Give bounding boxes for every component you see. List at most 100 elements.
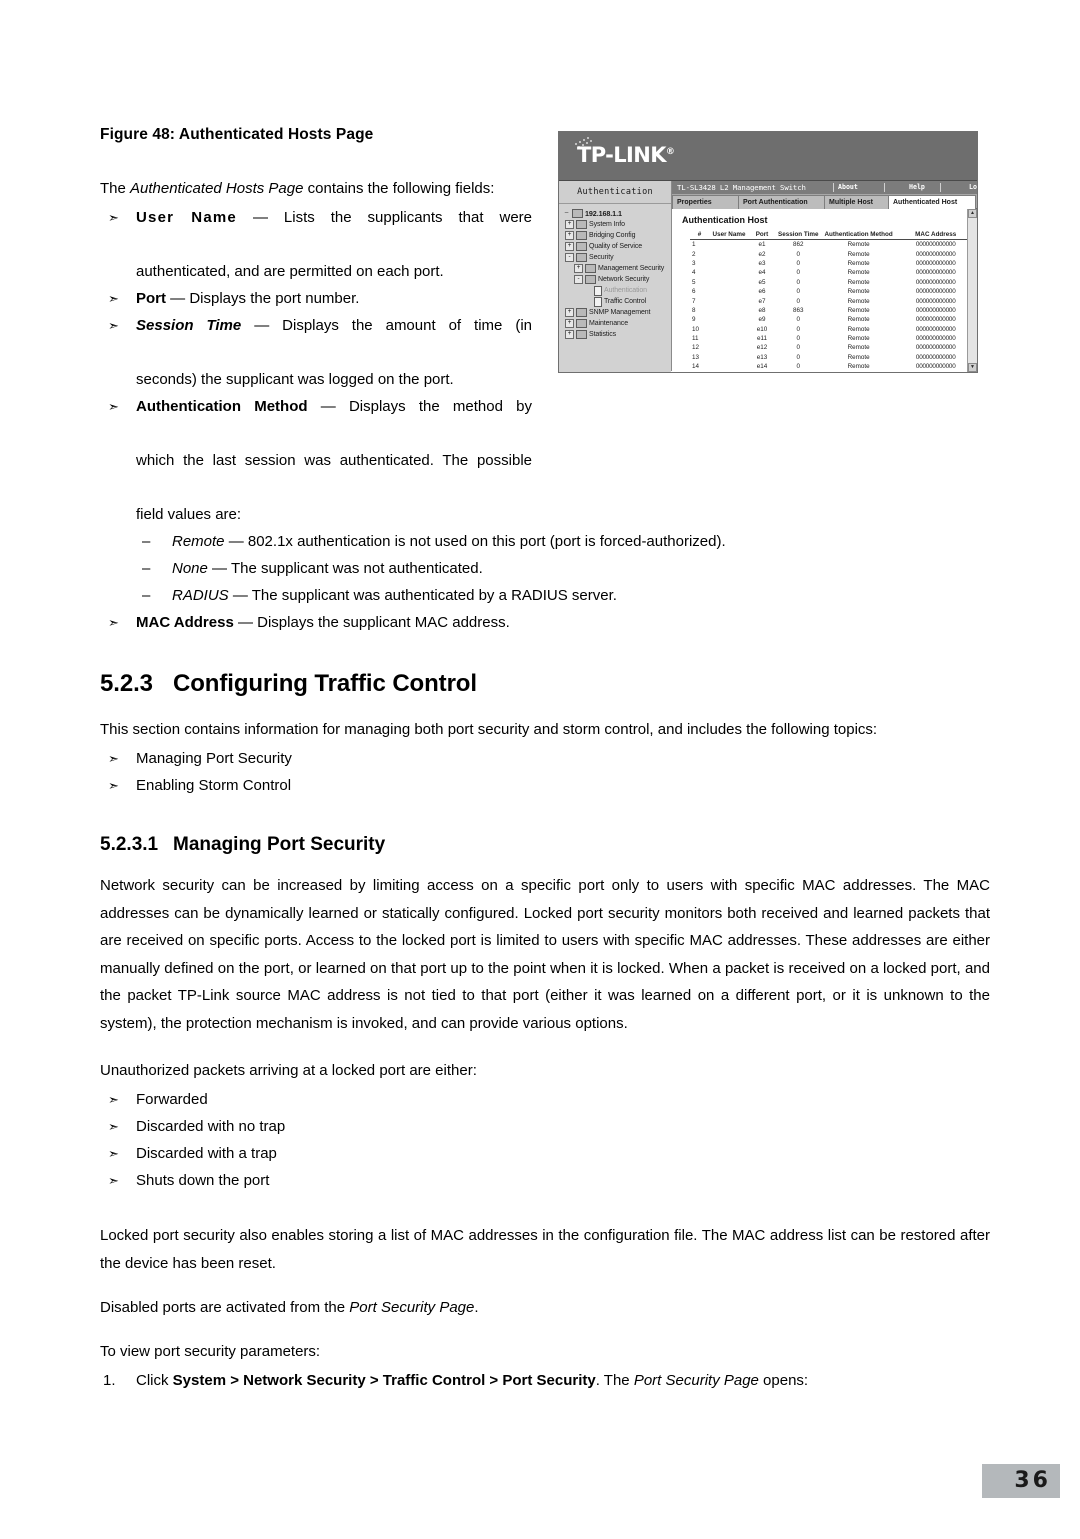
section-intro: This section contains information for ma…: [100, 720, 878, 738]
arrow-bullet-icon: ➣: [108, 1173, 119, 1189]
subsection-paragraph-5: To view port security parameters:: [100, 1343, 321, 1361]
bullet-text-line1: Displays the amount of time (in: [282, 316, 533, 334]
option-label: Discarded with a trap: [136, 1145, 277, 1163]
bullet-dash: —: [320, 397, 336, 415]
section-number: 5.2.3: [100, 669, 153, 697]
arrow-bullet-icon: ➣: [108, 614, 119, 630]
option-discarded-no-trap: ➣ Discarded with no trap: [100, 1113, 990, 1140]
method-value-term: Remote: [172, 532, 225, 550]
para4-post: .: [474, 1299, 479, 1317]
option-discarded-with-trap: ➣ Discarded with a trap: [100, 1140, 990, 1167]
section-title: Configuring Traffic Control: [173, 669, 477, 697]
arrow-bullet-icon: ➣: [108, 317, 119, 333]
method-value-term: None: [172, 559, 208, 577]
method-value-text: 802.1x authentication is not used on thi…: [247, 532, 726, 550]
bullet-dash: —: [170, 289, 186, 307]
fields-intro-emphasis: Authenticated Hosts Page: [130, 179, 304, 197]
option-label: Forwarded: [136, 1091, 208, 1109]
arrow-bullet-icon: ➣: [108, 398, 119, 414]
field-bullet-list: ➣ User Name — Lists the supplicants that…: [100, 204, 532, 528]
arrow-bullet-icon: ➣: [108, 209, 119, 225]
arrow-bullet-icon: ➣: [108, 290, 119, 306]
steps-list: 1. Click System > Network Security > Traf…: [100, 1367, 990, 1394]
bullet-session-time: ➣ Session Time — Displays the amount of …: [100, 312, 532, 393]
topic-label: Enabling Storm Control: [136, 776, 292, 794]
page-number: 36: [1014, 1468, 1051, 1493]
bullet-port: ➣ Port — Displays the port number.: [100, 285, 532, 312]
bullet-text-line1: Displays the port number.: [189, 289, 360, 307]
bullet-dash: —: [254, 316, 270, 334]
dash-bullet-icon: –: [142, 559, 151, 577]
bullet-mac-address: ➣ MAC Address — Displays the supplicant …: [100, 609, 990, 636]
bullet-user-name: ➣ User Name — Lists the supplicants that…: [100, 204, 532, 285]
step-number: 1.: [103, 1372, 116, 1390]
subsection-paragraph-2: Unauthorized packets arriving at a locke…: [100, 1062, 477, 1080]
method-value-text: The supplicant was authenticated by a RA…: [251, 586, 617, 604]
bullet-text: Displays the supplicant MAC address.: [257, 613, 510, 631]
para4-pre: Disabled ports are activated from the: [100, 1299, 350, 1317]
arrow-bullet-icon: ➣: [108, 777, 119, 793]
subsection-number: 5.2.3.1: [100, 833, 159, 855]
fields-intro-pre: The: [100, 179, 131, 197]
method-value-none: – None — The supplicant was not authenti…: [100, 555, 990, 582]
subsection-heading: 5.2.3.1 Managing Port Security: [100, 833, 990, 857]
bullet-authentication-method: ➣ Authentication Method — Displays the m…: [100, 393, 532, 528]
figure-caption: Figure 48: Authenticated Hosts Page: [100, 126, 374, 143]
bullet-term: Port: [136, 289, 166, 307]
option-label: Discarded with no trap: [136, 1118, 286, 1136]
unauthorized-options-list: ➣ Forwarded ➣ Discarded with no trap ➣ D…: [100, 1086, 990, 1194]
arrow-bullet-icon: ➣: [108, 1119, 119, 1135]
mac-address-bullet-list: ➣ MAC Address — Displays the supplicant …: [100, 609, 990, 636]
subsection-paragraph-1: Network security can be increased by lim…: [100, 877, 990, 1032]
method-value-remote: – Remote — 802.1x authentication is not …: [100, 528, 990, 555]
topics-list: ➣ Managing Port Security ➣ Enabling Stor…: [100, 745, 990, 799]
topic-managing-port-security: ➣ Managing Port Security: [100, 745, 990, 772]
arrow-bullet-icon: ➣: [108, 1146, 119, 1162]
page-number-box: 36: [982, 1464, 1060, 1498]
bullet-text-line3: field values are:: [136, 505, 242, 523]
step-mid: . The: [595, 1372, 634, 1390]
step-pre: Click: [136, 1372, 173, 1390]
step-post: opens:: [758, 1372, 809, 1390]
method-value-dash: —: [228, 532, 244, 550]
step-menu-path: System > Network Security > Traffic Cont…: [172, 1372, 596, 1390]
document-content: Figure 48: Authenticated Hosts Page The …: [100, 126, 990, 1394]
subsection-title: Managing Port Security: [173, 833, 386, 855]
subsection-paragraph-4: Disabled ports are activated from the Po…: [100, 1294, 990, 1321]
step-1: 1. Click System > Network Security > Traf…: [100, 1367, 990, 1394]
option-shuts-down-port: ➣ Shuts down the port: [100, 1167, 990, 1194]
bullet-term: Authentication Method: [136, 397, 308, 415]
dash-bullet-icon: –: [142, 532, 151, 550]
bullet-text-line2: seconds) the supplicant was logged on th…: [136, 370, 454, 388]
method-value-radius: – RADIUS — The supplicant was authentica…: [100, 582, 990, 609]
topic-enabling-storm-control: ➣ Enabling Storm Control: [100, 772, 990, 799]
bullet-term: Session Time: [136, 316, 242, 334]
method-value-dash: —: [232, 586, 248, 604]
fields-intro-post: contains the following fields:: [303, 179, 495, 197]
document-page: TP-LINK® Authentication — 192.168.1.1 + …: [0, 0, 1080, 1539]
method-value-term: RADIUS: [172, 586, 229, 604]
subsection-paragraph-3: Locked port security also enables storin…: [100, 1227, 990, 1272]
arrow-bullet-icon: ➣: [108, 750, 119, 766]
bullet-term: MAC Address: [136, 613, 234, 631]
option-label: Shuts down the port: [136, 1172, 270, 1190]
option-forwarded: ➣ Forwarded: [100, 1086, 990, 1113]
method-value-dash: —: [212, 559, 228, 577]
topic-label: Managing Port Security: [136, 749, 292, 767]
method-value-text: The supplicant was not authenticated.: [230, 559, 483, 577]
para4-emphasis: Port Security Page: [349, 1299, 475, 1317]
section-heading: 5.2.3 Configuring Traffic Control: [100, 669, 990, 699]
dash-bullet-icon: –: [142, 586, 151, 604]
bullet-term: User Name: [136, 208, 237, 226]
bullet-text-line2: which the last session was authenticated…: [136, 451, 532, 469]
bullet-dash: —: [237, 613, 253, 631]
bullet-dash: —: [252, 208, 268, 226]
step-emphasis: Port Security Page: [633, 1372, 759, 1390]
bullet-text-line2: authenticated, and are permitted on each…: [136, 262, 444, 280]
bullet-text-line1: Lists the supplicants that were: [283, 208, 532, 226]
fields-section: The Authenticated Hosts Page contains th…: [100, 175, 532, 528]
method-values-list: – Remote — 802.1x authentication is not …: [100, 528, 990, 609]
arrow-bullet-icon: ➣: [108, 1092, 119, 1108]
bullet-text-line1: Displays the method by: [348, 397, 533, 415]
fields-intro: The Authenticated Hosts Page contains th…: [100, 175, 532, 202]
